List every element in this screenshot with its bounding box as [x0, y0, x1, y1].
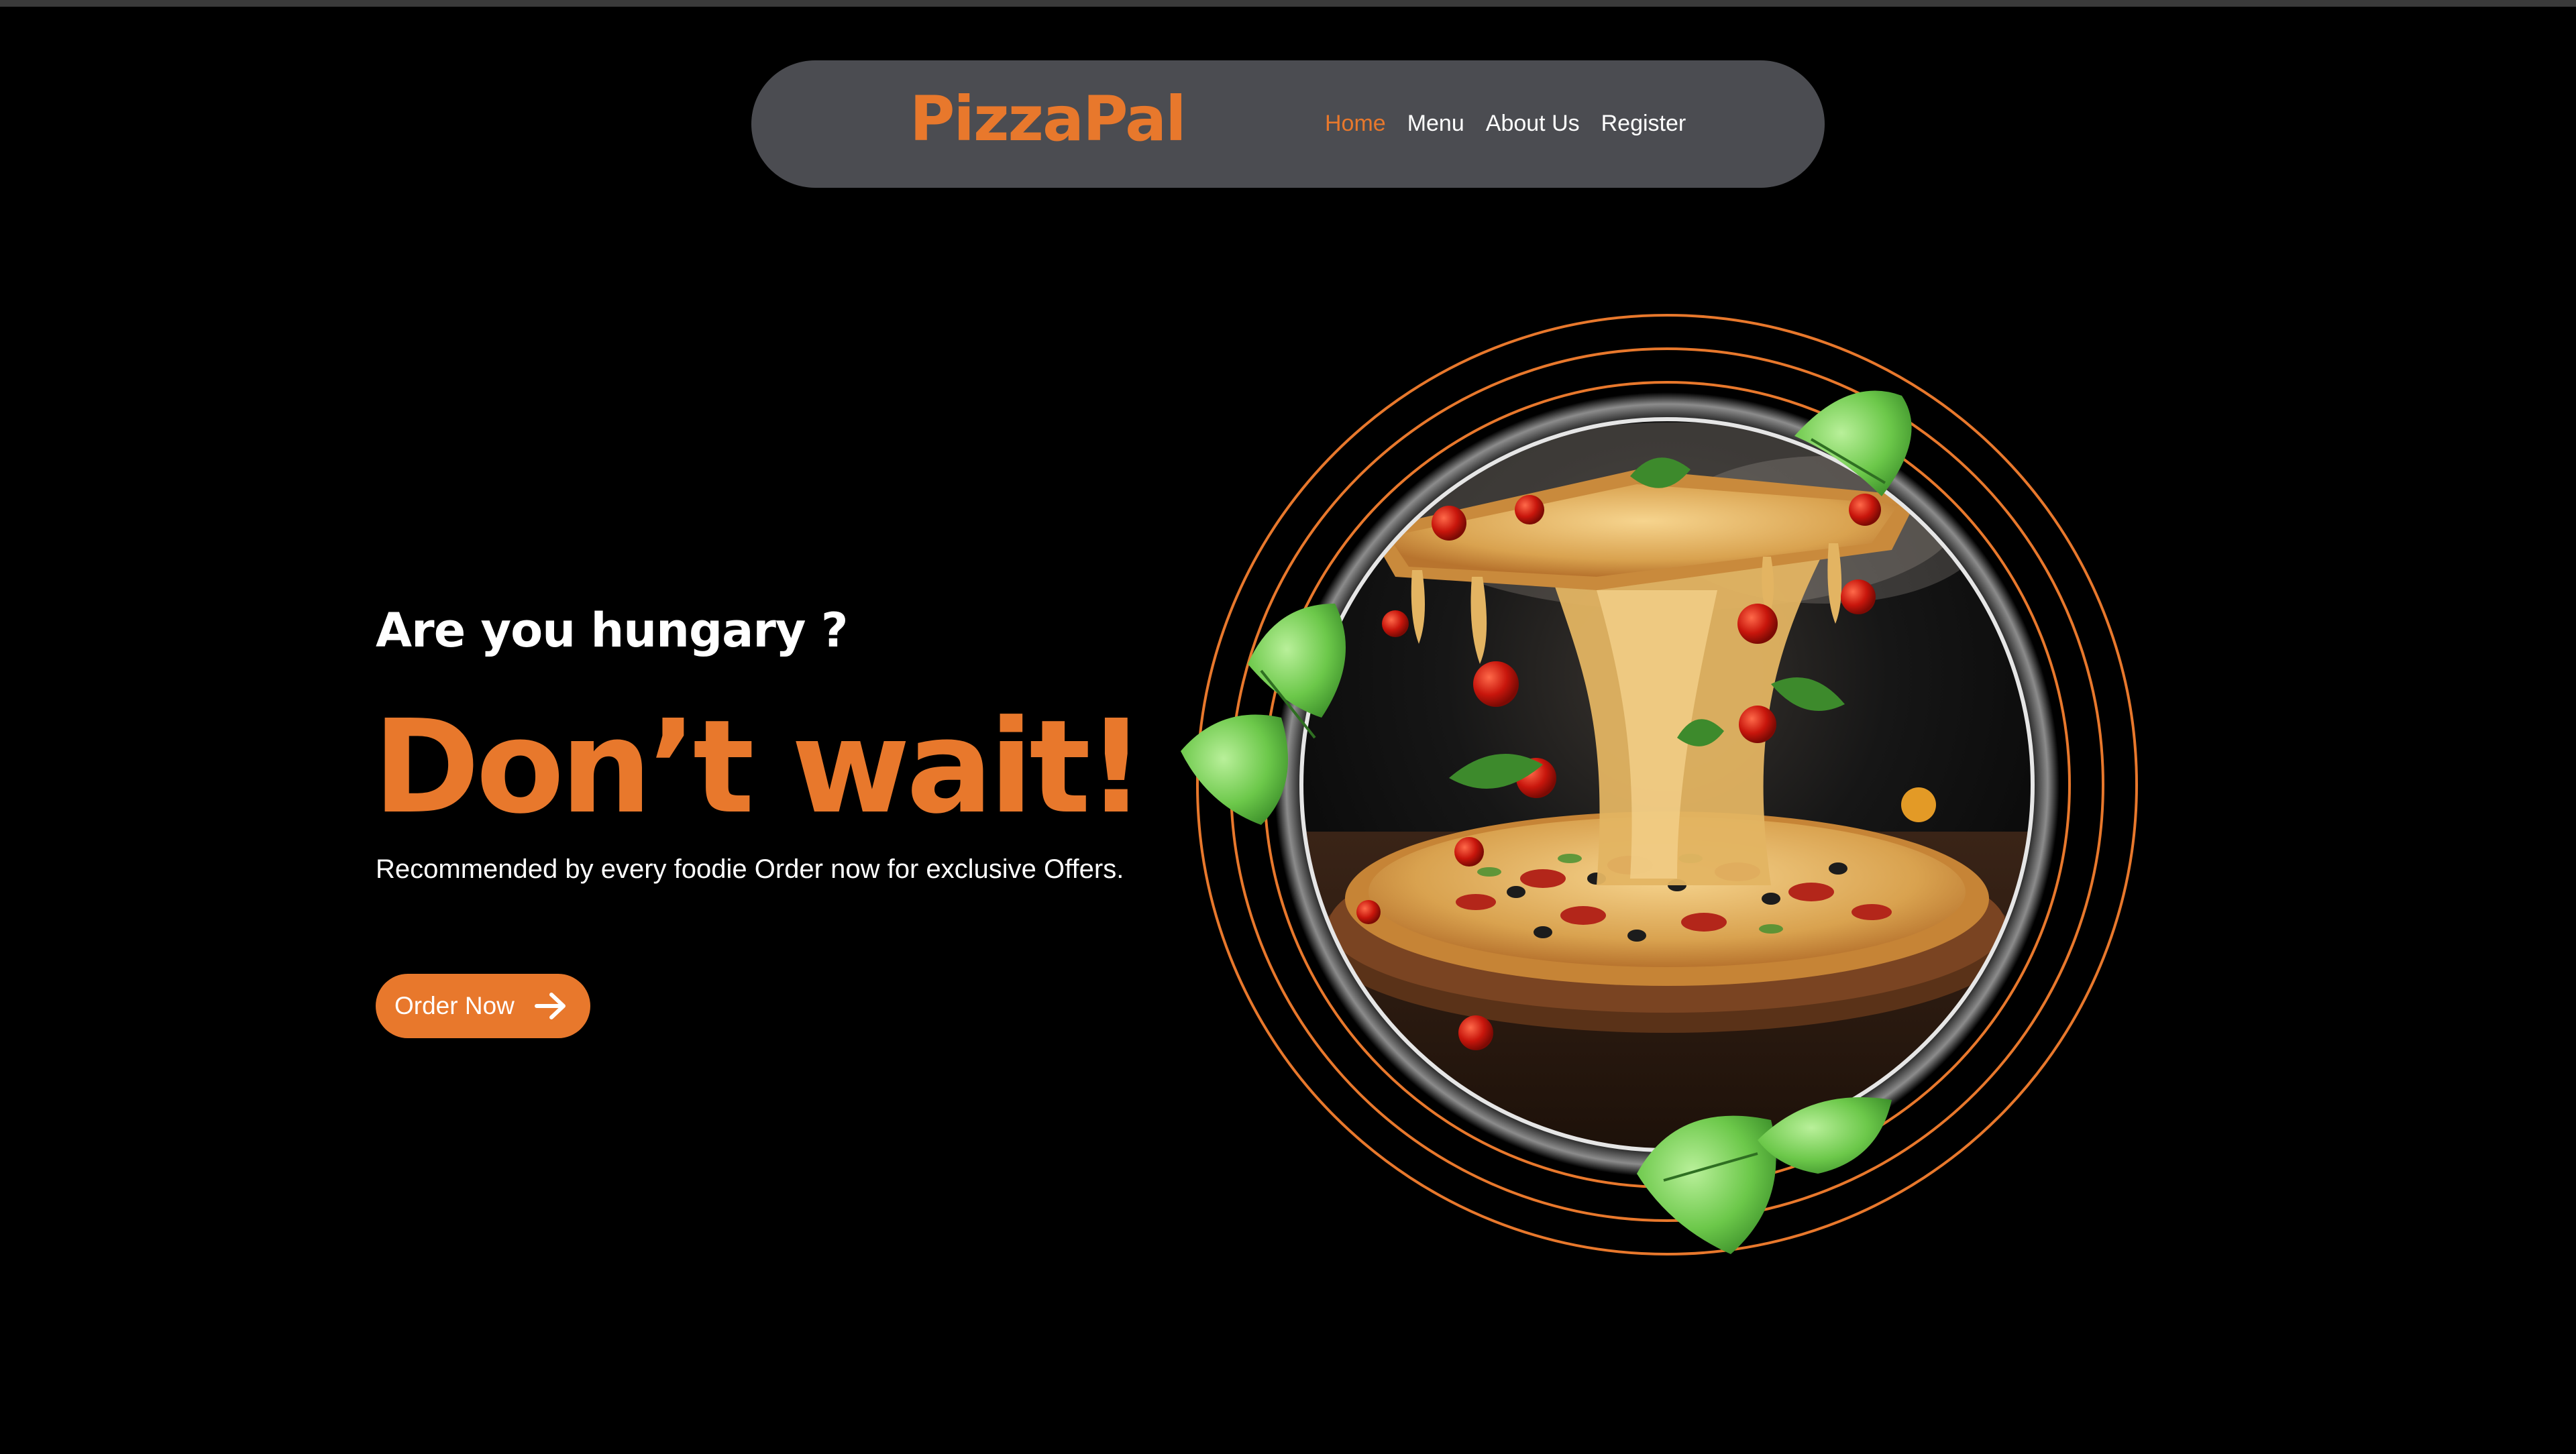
arrow-right-icon — [535, 993, 566, 1019]
nav-links: Home Menu About Us Register — [1325, 110, 1707, 137]
pizza-hero-image — [1181, 314, 2138, 1255]
nav-link-home[interactable]: Home — [1325, 110, 1386, 137]
top-strip — [0, 0, 2576, 7]
order-now-button[interactable]: Order Now — [376, 974, 590, 1038]
hero-kicker: Are you hungary ? — [376, 603, 848, 658]
hero-subtitle: Recommended by every foodie Order now fo… — [376, 854, 1124, 884]
nav-link-register[interactable]: Register — [1601, 110, 1686, 137]
logo[interactable]: PizzaPal — [910, 89, 1187, 150]
nav-link-menu[interactable]: Menu — [1407, 110, 1464, 137]
order-now-label: Order Now — [394, 992, 515, 1019]
hero-title: Don’t wait! — [373, 693, 1146, 842]
navbar: PizzaPal Home Menu About Us Register — [751, 60, 1825, 188]
nav-link-about-us[interactable]: About Us — [1486, 110, 1580, 137]
